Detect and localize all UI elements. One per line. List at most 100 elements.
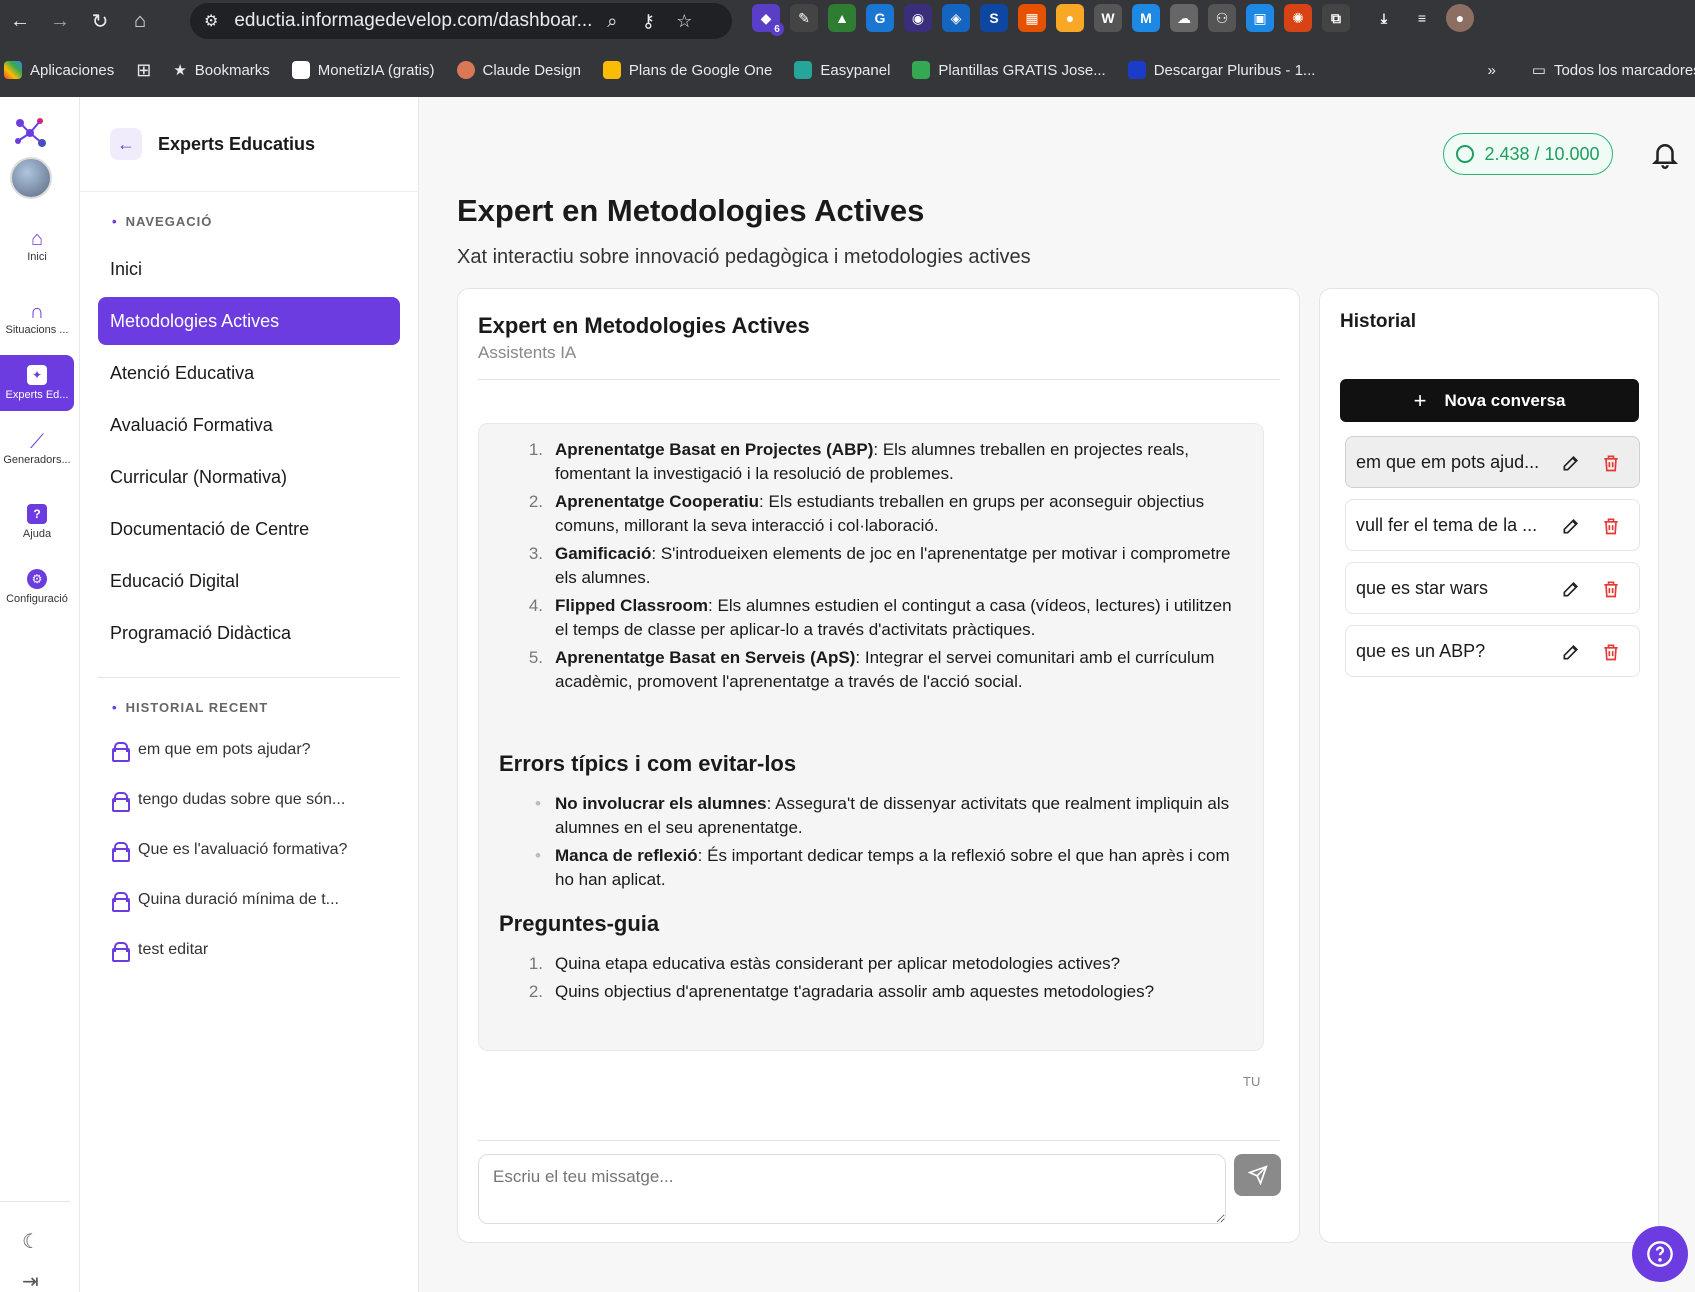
profile-avatar[interactable]: ● xyxy=(1446,4,1474,32)
rail-label: Configuració xyxy=(6,593,68,605)
extension-icon[interactable]: ◆ 6 xyxy=(752,4,784,36)
edit-icon[interactable] xyxy=(1561,453,1581,473)
recent-history-item[interactable]: Que es l'avaluació formativa? xyxy=(80,825,418,875)
extension-icon[interactable]: ✺ xyxy=(1284,4,1312,32)
sidebar-item-metodologies-actives[interactable]: Metodologies Actives xyxy=(98,297,400,345)
sidebar-item-curricular[interactable]: Curricular (Normativa) xyxy=(98,453,400,501)
recent-history-item[interactable]: em que em pots ajudar? xyxy=(80,725,418,775)
bell-icon[interactable] xyxy=(1650,139,1680,169)
chat-subtitle: Assistents IA xyxy=(478,343,577,362)
lock-icon xyxy=(112,742,130,762)
rail-item-ajuda[interactable]: ? Ajuda xyxy=(0,494,74,550)
reload-icon[interactable]: ↻ xyxy=(80,1,120,41)
bookmark-label: MonetizIA (gratis) xyxy=(317,61,435,79)
conversation-item[interactable]: que es un ABP? xyxy=(1345,625,1640,677)
extension-icon[interactable]: ● xyxy=(1056,4,1084,32)
more-bookmarks-icon[interactable]: » xyxy=(1487,62,1495,79)
download-icon[interactable]: ⤓ xyxy=(1370,4,1398,32)
star-icon[interactable]: ☆ xyxy=(666,3,702,39)
home-icon: ⌂ xyxy=(30,227,44,250)
extension-icon[interactable]: ◈ xyxy=(942,4,970,32)
dark-mode-icon[interactable]: ☾ xyxy=(22,1229,40,1254)
bookmark-item[interactable]: ★ Bookmarks xyxy=(173,61,269,80)
extension-icon[interactable]: ✎ xyxy=(790,4,818,32)
extension-icon[interactable]: ◉ xyxy=(904,4,932,32)
delete-icon[interactable] xyxy=(1601,515,1621,537)
bookmark-item[interactable]: Plantillas GRATIS Jose... xyxy=(912,61,1106,79)
back-icon[interactable]: ← xyxy=(0,1,40,41)
forward-icon[interactable]: → xyxy=(40,1,80,41)
easypanel-icon xyxy=(794,61,813,79)
sidebar-header: ← Experts Educatius xyxy=(80,97,418,192)
credits-badge[interactable]: 2.438 / 10.000 xyxy=(1443,133,1613,175)
extension-icon[interactable]: W xyxy=(1094,4,1122,32)
edit-icon[interactable] xyxy=(1561,642,1581,662)
history-title: Historial xyxy=(1340,311,1417,332)
star-bookmark-icon: ★ xyxy=(173,62,187,79)
edit-icon[interactable] xyxy=(1561,579,1581,599)
address-bar[interactable]: ⚙ eductia.informagedevelop.com/dashboar.… xyxy=(190,3,732,39)
delete-icon[interactable] xyxy=(1601,641,1621,663)
conversation-item[interactable]: em que em pots ajud... xyxy=(1345,436,1640,488)
puzzle-icon[interactable]: ⧉ xyxy=(1322,4,1350,32)
extension-icon[interactable]: ⚇ xyxy=(1208,4,1236,32)
conversation-item[interactable]: vull fer el tema de la ... xyxy=(1345,499,1640,551)
experts-icon: ✦ xyxy=(27,365,47,385)
bookmark-item[interactable]: Plans de Google One xyxy=(602,61,772,79)
sidebar-item-atencio-educativa[interactable]: Atenció Educativa xyxy=(98,349,400,397)
recent-history-item[interactable]: test editar xyxy=(80,925,418,975)
rail-item-inici[interactable]: ⌂ Inici xyxy=(0,217,74,273)
delete-icon[interactable] xyxy=(1601,578,1621,600)
extension-icon[interactable]: ☁ xyxy=(1170,4,1198,32)
help-fab[interactable] xyxy=(1632,1226,1688,1282)
send-button[interactable] xyxy=(1234,1154,1281,1196)
bookmark-item[interactable]: Easypanel xyxy=(794,61,890,79)
new-conversation-button[interactable]: + Nova conversa xyxy=(1340,379,1639,422)
logout-icon[interactable]: ⇥ xyxy=(22,1269,39,1292)
sidebar-item-avaluacio-formativa[interactable]: Avaluació Formativa xyxy=(98,401,400,449)
media-icon[interactable]: ≡ xyxy=(1408,4,1436,32)
sidebar-item-programacio[interactable]: Programació Didàctica xyxy=(98,609,400,657)
bookmark-label: Descargar Pluribus - 1... xyxy=(1153,61,1316,79)
conversation-item[interactable]: que es star wars xyxy=(1345,562,1640,614)
extension-icon[interactable]: ▦ xyxy=(1018,4,1046,32)
new-conversation-label: Nova conversa xyxy=(1444,390,1566,410)
extension-icon[interactable]: M xyxy=(1132,4,1160,32)
bookmark-item[interactable]: Aplicaciones xyxy=(4,61,114,79)
avatar[interactable] xyxy=(10,157,52,199)
sidebar-item-inici[interactable]: Inici xyxy=(98,245,400,293)
rail-item-situacions[interactable]: ∩ Situacions ... xyxy=(0,290,74,346)
app-logo[interactable] xyxy=(12,115,48,151)
delete-icon[interactable] xyxy=(1601,452,1621,474)
chat-panel: Expert en Metodologies Actives Assistent… xyxy=(457,288,1300,1243)
send-icon xyxy=(1247,1165,1268,1185)
bookmark-item[interactable]: ⊞ xyxy=(136,60,151,81)
recent-history-item[interactable]: Quina duració mínima de t... xyxy=(80,875,418,925)
sidebar-item-documentacio[interactable]: Documentació de Centre xyxy=(98,505,400,553)
edit-icon[interactable] xyxy=(1561,516,1581,536)
bookmark-item[interactable]: ▭ Todos los marcadores xyxy=(1532,61,1695,80)
rail-item-configuracio[interactable]: ⚙ Configuració xyxy=(0,559,74,615)
conversation-label: que es star wars xyxy=(1356,577,1489,598)
rail-item-generadors[interactable]: ⟋ Generadors... xyxy=(0,420,74,476)
extension-icon[interactable]: S xyxy=(980,4,1008,32)
rail-item-experts[interactable]: ✦ Experts Ed... xyxy=(0,355,74,411)
settings-icon: ⚙ xyxy=(27,569,47,589)
bookmark-item[interactable]: MonetizIA (gratis) xyxy=(291,61,435,79)
home-browser-icon[interactable]: ⌂ xyxy=(120,1,160,41)
back-arrow-icon[interactable]: ← xyxy=(110,128,142,160)
bookmark-item[interactable]: Claude Design xyxy=(456,61,581,79)
extensions-row: ◆ 6 ✎ ▲ G ◉ ◈ S ▦ ● W M ☁ ⚇ ▣ ✺ ⧉ ⤓ ≡ ● xyxy=(752,4,1474,36)
recent-history-item[interactable]: tengo dudas sobre que són... xyxy=(80,775,418,825)
site-info-icon[interactable]: ⚙ xyxy=(204,11,218,31)
extension-icon[interactable]: ▲ xyxy=(828,4,856,32)
key-icon[interactable]: ⚷ xyxy=(630,3,666,39)
bookmark-item[interactable]: Descargar Pluribus - 1... xyxy=(1127,61,1316,79)
extension-icon[interactable]: G xyxy=(866,4,894,32)
help-icon xyxy=(1647,1241,1673,1267)
message-input[interactable] xyxy=(478,1154,1226,1224)
sidebar-item-educacio-digital[interactable]: Educació Digital xyxy=(98,557,400,605)
list-term: Gamificació xyxy=(555,544,652,563)
extension-icon[interactable]: ▣ xyxy=(1246,4,1274,32)
zoom-icon[interactable]: ⌕ xyxy=(594,3,630,39)
